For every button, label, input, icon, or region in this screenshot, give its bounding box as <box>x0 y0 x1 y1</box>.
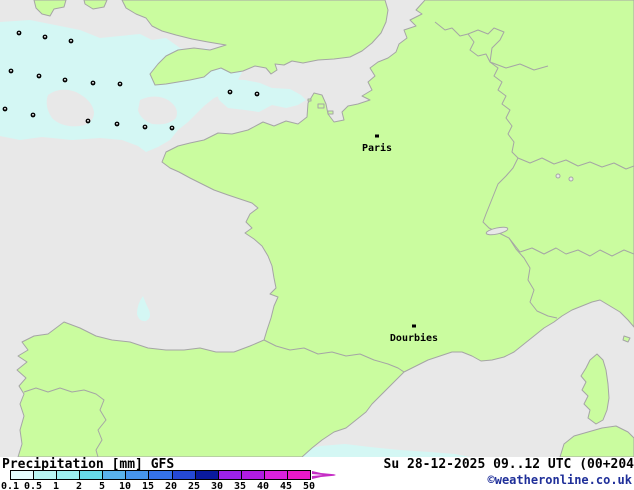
city-label: Paris <box>362 142 392 154</box>
shower-icon <box>16 30 22 36</box>
legend-tick-label: 20 <box>164 481 178 490</box>
copyright-text: ©weatheronline.co.uk <box>487 473 633 487</box>
legend-tick-label: 25 <box>187 481 201 490</box>
shower-icon <box>85 118 91 124</box>
legend-color-segment <box>286 471 311 479</box>
legend-color-segment <box>240 471 264 479</box>
lake-constance <box>568 176 574 182</box>
legend-arrow-icon <box>312 471 336 479</box>
legend-ticks: 0.1 0.5 1 2 5 10 15 20 25 30 35 40 45 50 <box>1 481 320 490</box>
shower-icon <box>62 77 68 83</box>
shower-icon <box>68 38 74 44</box>
shower-icon <box>227 89 233 95</box>
legend-color-segment <box>217 471 241 479</box>
legend-color-segment <box>194 471 218 479</box>
legend-tick-label: 0.1 <box>0 481 20 490</box>
city-label: Dourbies <box>390 332 438 344</box>
legend-bar: Precipitation [mm] GFS Su 28-12-2025 09.… <box>0 457 634 490</box>
legend-tick-label: 50 <box>302 481 316 490</box>
legend-color-segment <box>263 471 287 479</box>
legend-tick-label: 2 <box>75 481 83 490</box>
shower-icon <box>117 81 123 87</box>
forecast-datetime: Su 28-12-2025 09..12 UTC (00+204 <box>383 457 634 472</box>
legend-tick-label: 40 <box>256 481 270 490</box>
shower-icon <box>114 121 120 127</box>
legend-color-segment <box>102 471 126 479</box>
legend-tick-label: 5 <box>98 481 106 490</box>
shower-icon <box>142 124 148 130</box>
shower-icon <box>90 80 96 86</box>
legend-color-segment <box>79 471 103 479</box>
shower-icon <box>36 73 42 79</box>
legend-color-segment <box>56 471 80 479</box>
shower-icon <box>169 125 175 131</box>
legend-arrow-shape <box>312 471 336 479</box>
weather-map-screen: Paris Dourbies Precipitation [mm] GFS Su … <box>0 0 634 490</box>
legend-color-segment <box>148 471 172 479</box>
shower-icon <box>8 68 14 74</box>
legend-tick-label: 10 <box>118 481 132 490</box>
map-svg: Paris Dourbies <box>0 0 634 458</box>
legend-color-segment <box>11 471 34 479</box>
legend-color-segment <box>33 471 57 479</box>
shower-icon <box>254 91 260 97</box>
city-dot-icon <box>375 134 379 138</box>
legend-tick-label: 30 <box>210 481 224 490</box>
legend-colorbar <box>10 470 311 480</box>
map-area: Paris Dourbies <box>0 0 634 458</box>
lake-neuchatel <box>555 173 561 179</box>
legend-color-segment <box>125 471 149 479</box>
legend-tick-label: 0.5 <box>23 481 43 490</box>
shower-icon <box>30 112 36 118</box>
legend-tick-label: 45 <box>279 481 293 490</box>
legend-tick-label: 1 <box>52 481 60 490</box>
legend-color-segment <box>171 471 195 479</box>
shower-icon <box>2 106 8 112</box>
shower-icon <box>42 34 48 40</box>
city-dot-icon <box>412 324 416 328</box>
legend-tick-label: 35 <box>233 481 247 490</box>
legend-tick-label: 15 <box>141 481 155 490</box>
